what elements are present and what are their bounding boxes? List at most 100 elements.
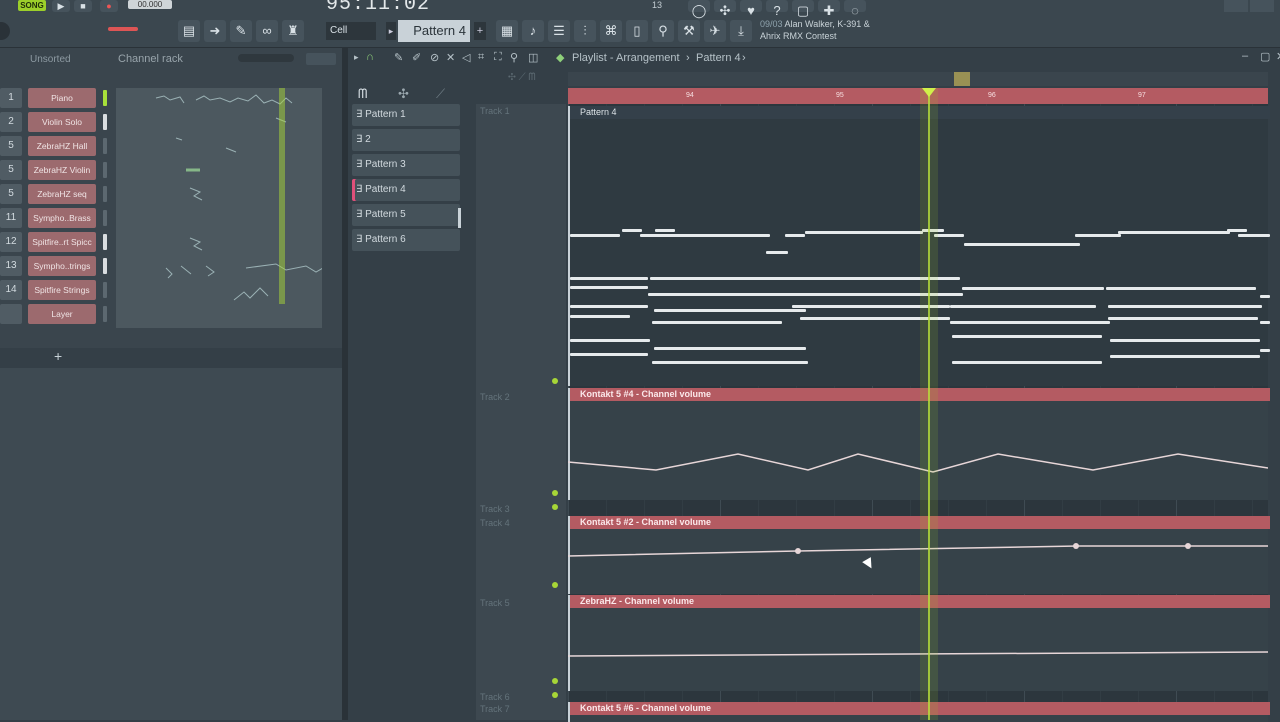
channel-select-led[interactable] <box>103 306 107 322</box>
channel-select-led[interactable] <box>103 234 107 250</box>
file-icon[interactable]: ▯ <box>626 20 648 42</box>
channel-number[interactable]: 2 <box>0 112 22 132</box>
note[interactable] <box>1260 349 1270 352</box>
mute-icon[interactable]: ✕ <box>446 51 455 64</box>
note[interactable] <box>950 305 1096 308</box>
channel-select-led[interactable] <box>103 114 107 130</box>
pattern-picker-icon[interactable]: ᗰ <box>358 86 367 102</box>
delete-icon[interactable]: ⊘ <box>430 51 439 64</box>
horizontal-scroller[interactable] <box>568 72 1268 86</box>
automation-clip[interactable]: Kontakt 5 #4 - Channel volume <box>568 388 1270 500</box>
track-label[interactable]: Track 3 <box>480 504 510 514</box>
channel-filter[interactable]: Unsorted <box>30 54 71 65</box>
channel-name-button[interactable]: ZebraHZ Violin <box>28 160 96 180</box>
arrangement-grid[interactable]: Pattern 4 Kontakt 5 #4 - Channel volume Ko… <box>568 104 1270 722</box>
note[interactable] <box>652 321 782 324</box>
arrow-icon[interactable]: ➜ <box>204 20 226 42</box>
playlist-menu-icon[interactable]: ▸ <box>354 52 359 63</box>
track-label[interactable]: Track 1 <box>480 106 510 116</box>
note[interactable] <box>962 287 1104 290</box>
pattern-list-item[interactable]: ∃ Pattern 3 <box>352 154 460 176</box>
channel-number[interactable]: 14 <box>0 280 22 300</box>
pattern-list-scrollbar[interactable] <box>458 208 461 228</box>
note[interactable] <box>1108 317 1258 320</box>
note[interactable] <box>964 243 1080 246</box>
mode-icon[interactable]: ◯ <box>688 0 710 18</box>
select-icon[interactable]: ⛶ <box>494 51 502 64</box>
automation-clip[interactable]: Kontakt 5 #6 - Channel volume <box>568 702 1270 722</box>
playback-icon[interactable]: ◫ <box>528 51 538 64</box>
note[interactable] <box>622 229 642 232</box>
song-mode-button[interactable]: SONG <box>18 0 46 11</box>
tune-icon[interactable]: ⚒ <box>678 20 700 42</box>
channel-select-led[interactable] <box>103 138 107 154</box>
slice-icon[interactable]: ⌗ <box>478 51 484 64</box>
zoom-controls-icon[interactable]: ✣ ⟋ ᗰ <box>508 72 536 83</box>
magnet-icon[interactable]: ∩ <box>366 51 374 63</box>
playlist-maximize-icon[interactable]: ▢ <box>1260 50 1270 63</box>
note[interactable] <box>570 305 648 308</box>
note[interactable] <box>1260 295 1270 298</box>
channel-select-led[interactable] <box>103 258 107 274</box>
note[interactable] <box>950 321 1110 324</box>
note[interactable] <box>1260 321 1270 324</box>
playlist-icon[interactable]: ▦ <box>496 20 518 42</box>
channel-name-button[interactable]: Violin Solo <box>28 112 96 132</box>
playlist-minimize-icon[interactable]: – <box>1242 50 1248 62</box>
note[interactable] <box>655 229 675 232</box>
note[interactable] <box>766 251 788 254</box>
channel-number[interactable]: 1 <box>0 88 22 108</box>
track-label[interactable]: Track 7 <box>480 704 510 714</box>
mic-icon[interactable]: ♥ <box>740 0 762 18</box>
note[interactable] <box>650 277 792 280</box>
note[interactable] <box>648 293 963 296</box>
channel-name-button[interactable]: ZebraHZ seq <box>28 184 96 204</box>
note[interactable] <box>1238 234 1270 237</box>
link-icon[interactable]: ∞ <box>256 20 278 42</box>
pencil-icon[interactable]: ✎ <box>394 51 403 64</box>
channel-number[interactable] <box>0 304 22 324</box>
note[interactable] <box>805 231 923 234</box>
track-mute-led[interactable] <box>552 692 558 698</box>
automation-clip-icon[interactable]: ⟋ <box>436 86 445 102</box>
minimize-icon[interactable] <box>1224 0 1248 12</box>
news-hint[interactable]: 09/03 Alan Walker, K-391 & Ahrix RMX Con… <box>760 18 886 44</box>
step-sequencer-grid[interactable] <box>116 88 322 328</box>
tag-icon[interactable]: ✚ <box>818 0 840 18</box>
channel-select-led[interactable] <box>103 90 107 106</box>
track-mute-led[interactable] <box>552 490 558 496</box>
note[interactable] <box>1118 231 1230 234</box>
master-pitch-knob[interactable] <box>0 22 10 40</box>
note[interactable] <box>1106 287 1256 290</box>
note[interactable] <box>654 309 806 312</box>
note[interactable] <box>952 361 1102 364</box>
track-label[interactable]: Track 2 <box>480 392 510 402</box>
pattern-list-item[interactable]: ∃ Pattern 5 <box>352 204 460 226</box>
video-icon[interactable]: ✈ <box>704 20 726 42</box>
channel-select-led[interactable] <box>103 162 107 178</box>
track-mute-led[interactable] <box>552 678 558 684</box>
swing-slider[interactable] <box>238 54 294 62</box>
note[interactable] <box>570 286 648 289</box>
play-icon[interactable]: ▶ <box>52 0 70 12</box>
channel-select-led[interactable] <box>103 210 107 226</box>
note[interactable] <box>1075 234 1121 237</box>
snap-select[interactable]: Cell <box>326 22 376 40</box>
panel-divider[interactable] <box>342 48 348 720</box>
pattern-selector[interactable]: Pattern 4 <box>398 20 470 42</box>
piano-roll-icon[interactable]: ▤ <box>178 20 200 42</box>
pattern-list-item[interactable]: ∃ Pattern 6 <box>352 229 460 251</box>
note[interactable] <box>570 315 630 318</box>
note[interactable] <box>934 234 964 237</box>
channel-number[interactable]: 5 <box>0 184 22 204</box>
pattern-clip[interactable]: Pattern 4 <box>568 106 1270 386</box>
channel-number[interactable]: 5 <box>0 136 22 156</box>
channel-select-led[interactable] <box>103 282 107 298</box>
note[interactable] <box>654 347 806 350</box>
plugin-icon[interactable]: ⚲ <box>652 20 674 42</box>
channel-name-button[interactable]: Layer <box>28 304 96 324</box>
scroller-thumb[interactable] <box>954 72 970 86</box>
browser-icon[interactable]: ⌘ <box>600 20 622 42</box>
download-icon[interactable]: ⤓ <box>730 20 752 42</box>
note[interactable] <box>1110 339 1260 342</box>
